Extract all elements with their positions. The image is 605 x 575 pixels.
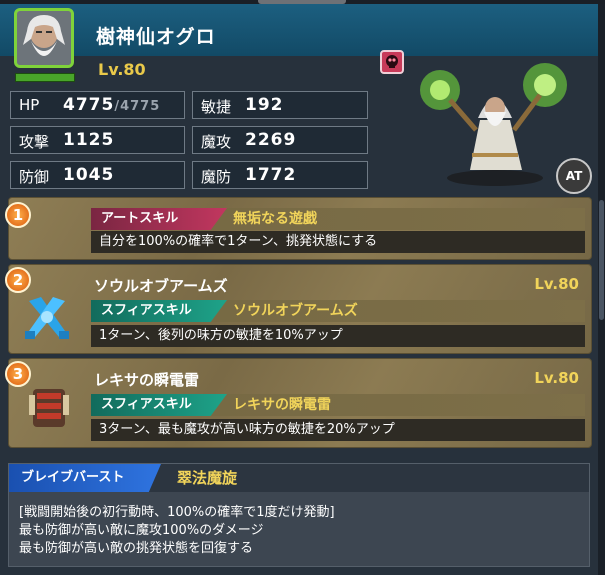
skill-name: ソウルオブアームズ — [233, 303, 358, 319]
skill-description: 3ターン、最も魔攻が高い味方の敏捷を20%アップ — [91, 419, 585, 441]
stat-agility-label: 敏捷 — [201, 98, 232, 116]
stat-hp: HP 4775/4775 — [10, 91, 185, 119]
dark-element-icon — [380, 50, 404, 74]
character-level: Lv.80 — [98, 60, 146, 79]
stat-magic-defense-label: 魔防 — [201, 168, 232, 186]
brave-burst-tag: ブレイブバースト — [9, 464, 161, 492]
character-name: 樹神仙オグロ — [96, 26, 216, 48]
stat-hp-max: /4775 — [114, 99, 161, 114]
brave-burst-name: 翠法魔旋 — [177, 469, 238, 487]
stat-attack-label: 攻撃 — [19, 133, 50, 151]
sphere-crossed-swords-icon — [25, 297, 69, 339]
stat-hp-label: HP — [19, 96, 40, 114]
stat-defense: 防御 1045 — [10, 161, 185, 189]
skill-number-badge: 2 — [5, 267, 31, 293]
skill-name: 無垢なる遊戯 — [233, 211, 317, 227]
brave-burst-line: [戦闘開始後の初行動時、100%の確率で1度だけ発動] — [19, 505, 335, 520]
brave-burst-line: 最も防御が高い敵に魔攻100%のダメージ — [19, 523, 264, 538]
skill-tag-row: スフィアスキル ソウルオブアームズ — [91, 300, 585, 322]
stat-magic-attack: 魔攻 2269 — [192, 126, 368, 154]
brave-burst-line: 最も防御が高い敵の挑発状態を回復する — [19, 541, 254, 556]
character-header — [0, 4, 600, 56]
skill-title: ソウルオブアームズ — [94, 277, 228, 295]
skill-level: Lv.80 — [534, 369, 579, 387]
sphere-skill-tag: スフィアスキル — [91, 394, 227, 416]
skill-name: レキサの瞬電雷 — [233, 397, 331, 413]
skull-icon — [386, 55, 398, 68]
scrollbar-thumb[interactable] — [599, 200, 604, 320]
skill-title: レキサの瞬電雷 — [94, 371, 200, 389]
stat-attack-value: 1125 — [63, 130, 115, 150]
stat-magic-attack-value: 2269 — [245, 130, 297, 150]
brave-burst-description: [戦闘開始後の初行動時、100%の確率で1度だけ発動] 最も防御が高い敵に魔攻1… — [19, 504, 335, 558]
elder-portrait-icon — [17, 11, 71, 65]
stat-defense-label: 防御 — [19, 168, 50, 186]
stat-defense-value: 1045 — [63, 165, 115, 185]
stat-magic-defense: 魔防 1772 — [192, 161, 368, 189]
stat-attack: 攻撃 1125 — [10, 126, 185, 154]
auto-target-button[interactable]: AT — [556, 158, 592, 194]
stat-agility-value: 192 — [245, 95, 284, 115]
stat-magic-defense-value: 1772 — [245, 165, 297, 185]
art-skill-tag: アートスキル — [91, 208, 227, 230]
avatar-hp-bar — [15, 73, 75, 82]
skill-card-1[interactable]: 1 アートスキル 無垢なる遊戯 自分を100%の確率で1ターン、挑発状態にする — [5, 197, 592, 260]
stat-hp-value: 4775/4775 — [63, 95, 161, 115]
brave-burst-header: ブレイブバースト 翠法魔旋 — [9, 464, 589, 492]
stat-agility: 敏捷 192 — [192, 91, 368, 119]
skill-tag-row: スフィアスキル レキサの瞬電雷 — [91, 394, 585, 416]
sphere-skill-tag: スフィアスキル — [91, 300, 227, 322]
skill-tag-row: アートスキル 無垢なる遊戯 — [91, 208, 585, 230]
stat-magic-attack-label: 魔攻 — [201, 133, 232, 151]
sphere-armor-icon — [29, 389, 69, 427]
skill-description: 自分を100%の確率で1ターン、挑発状態にする — [91, 231, 585, 253]
skill-level: Lv.80 — [534, 275, 579, 293]
character-avatar[interactable] — [14, 8, 74, 68]
skill-card-2[interactable]: 2 ソウルオブアームズ Lv.80 スフィアスキル ソウルオブアームズ 1ターン… — [5, 264, 592, 354]
skill-number-badge: 1 — [5, 202, 31, 228]
skill-description: 1ターン、後列の味方の敏捷を10%アップ — [91, 325, 585, 347]
skill-card-3[interactable]: 3 レキサの瞬電雷 Lv.80 スフィアスキル レキサの瞬電雷 3ターン、最も魔… — [5, 358, 592, 448]
brave-burst-panel[interactable]: ブレイブバースト 翠法魔旋 [戦闘開始後の初行動時、100%の確率で1度だけ発動… — [8, 463, 590, 567]
